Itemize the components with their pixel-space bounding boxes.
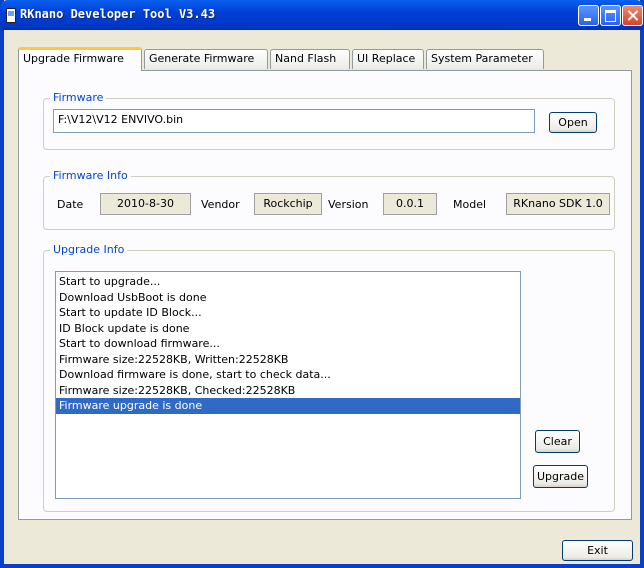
- model-label: Model: [453, 198, 487, 211]
- upgrade-button[interactable]: Upgrade: [533, 465, 588, 488]
- vendor-value: Rockchip: [254, 193, 322, 215]
- maximize-icon[interactable]: [600, 5, 621, 26]
- firmware-info-caption: Firmware Info: [50, 169, 131, 182]
- app-icon: [6, 8, 16, 23]
- log-line[interactable]: Start to download firmware...: [56, 336, 520, 352]
- date-value: 2010-8-30: [100, 193, 191, 215]
- log-line-selected[interactable]: Firmware upgrade is done: [56, 398, 520, 414]
- log-line[interactable]: ID Block update is done: [56, 321, 520, 337]
- minimize-icon[interactable]: [578, 5, 599, 26]
- log-line[interactable]: Start to upgrade...: [56, 274, 520, 290]
- main-window: RKnano Developer Tool V3.43 Upgrade Firm…: [0, 0, 644, 568]
- upgrade-firmware-page: Firmware F:\V12\V12 ENVIVO.bin Open Firm…: [18, 70, 632, 520]
- log-line[interactable]: Start to update ID Block...: [56, 305, 520, 321]
- firmware-path-field[interactable]: F:\V12\V12 ENVIVO.bin: [53, 109, 535, 133]
- clear-button[interactable]: Clear: [535, 430, 580, 453]
- log-line[interactable]: Download UsbBoot is done: [56, 290, 520, 306]
- upgrade-info-group: Upgrade Info Start to upgrade... Downloa…: [43, 243, 615, 512]
- model-value: RKnano SDK 1.0: [506, 193, 610, 215]
- log-line[interactable]: Firmware size:22528KB, Written:22528KB: [56, 352, 520, 368]
- open-button[interactable]: Open: [549, 112, 597, 133]
- tab-generate-firmware[interactable]: Generate Firmware: [144, 49, 268, 69]
- close-icon[interactable]: [622, 5, 643, 26]
- log-line[interactable]: Firmware size:22528KB, Checked:22528KB: [56, 383, 520, 399]
- firmware-info-group: Firmware Info Date 2010-8-30 Vendor Rock…: [43, 169, 615, 230]
- upgrade-info-caption: Upgrade Info: [50, 243, 128, 256]
- date-label: Date: [57, 198, 84, 211]
- version-label: Version: [328, 198, 369, 211]
- tab-system-parameter[interactable]: System Parameter: [426, 49, 544, 69]
- window-title: RKnano Developer Tool V3.43: [20, 7, 216, 21]
- firmware-group-caption: Firmware: [50, 91, 107, 104]
- version-value: 0.0.1: [383, 193, 437, 215]
- tab-nand-flash[interactable]: Nand Flash: [270, 49, 350, 69]
- title-bar[interactable]: RKnano Developer Tool V3.43: [0, 0, 644, 30]
- tab-upgrade-firmware[interactable]: Upgrade Firmware: [18, 47, 142, 71]
- log-line[interactable]: Download firmware is done, start to chec…: [56, 367, 520, 383]
- firmware-group: Firmware F:\V12\V12 ENVIVO.bin Open: [43, 91, 615, 150]
- vendor-label: Vendor: [201, 198, 240, 211]
- exit-button[interactable]: Exit: [562, 540, 633, 561]
- tab-ui-replace[interactable]: UI Replace: [352, 49, 424, 69]
- upgrade-log-list[interactable]: Start to upgrade... Download UsbBoot is …: [55, 271, 521, 499]
